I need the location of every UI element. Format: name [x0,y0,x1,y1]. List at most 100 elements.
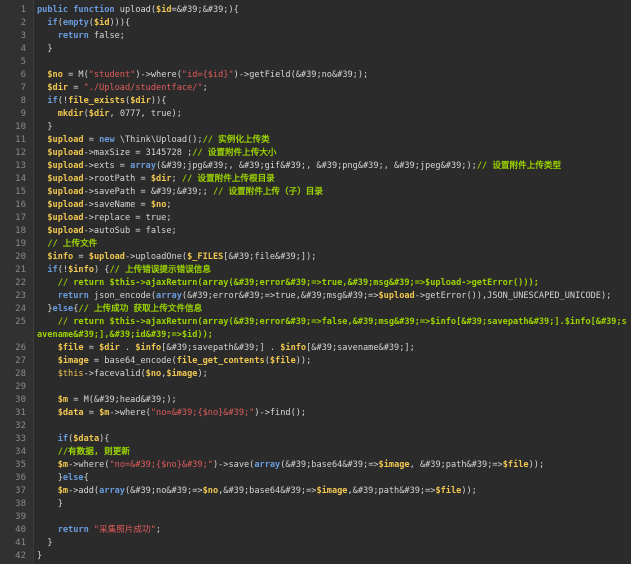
line-number: 24 [15,304,26,314]
code-token: } [37,499,63,509]
code-line[interactable]: 42} [0,550,631,563]
code-line[interactable]: 12 $upload->maxSize = 3145728 ;// 设置附件上传… [0,147,631,160]
line-number: 6 [20,70,26,80]
code-line[interactable]: 25 // return $this->ajaxReturn(array(&#3… [0,316,631,329]
line-number: 28 [15,369,26,379]
code-line[interactable]: 13 $upload->exts = array(&#39;jpg&#39;, … [0,160,631,173]
code-line[interactable]: 1 public function upload($id=&#39;&#39;){ [0,4,631,17]
code-token: = [83,135,100,145]
line-text: $upload->exts = array(&#39;jpg&#39;, &#3… [37,160,631,173]
variable-token: $dir [130,96,151,106]
variable-token: $image [378,460,410,470]
code-line[interactable]: 16 $upload->saveName = $no; [0,199,631,212]
code-line[interactable]: 9 mkdir($dir, 0777, true); [0,108,631,121]
code-token: (&#39;error&#39;=>true,&#39;msg&#39;=> [181,291,379,301]
code-token: [&#39;savepath&#39;] . [161,343,281,353]
line-text: if(!$info) {// 上传错误提示错误信息 [37,264,631,277]
line-text: } [37,43,631,56]
string-token: "./Upload/studentface/" [83,83,203,93]
line-text: $m = M(&#39;head&#39;); [37,394,631,407]
variable-token: $info [280,343,307,353]
line-number: 40 [15,525,26,535]
code-line[interactable]: 26 $file = $dir . $info[&#39;savepath&#3… [0,342,631,355]
code-line[interactable]: 32 [0,420,631,433]
code-line[interactable]: 8 if(!file_exists($dir)){ [0,95,631,108]
string-token: "student" [88,70,136,80]
line-number: 39 [15,512,26,522]
code-line[interactable]: avename&#39;],&#39;id&#39;=>$id)); [0,329,631,342]
code-line[interactable]: 11 $upload = new \Think\Upload();// 实例化上… [0,134,631,147]
code-line[interactable]: 19 // 上传文件 [0,238,631,251]
string-token: "no=&#39;{$no}&#39;" [109,460,213,470]
code-line[interactable]: 41 } [0,537,631,550]
code-line[interactable]: 33 if($data){ [0,433,631,446]
code-line[interactable]: 27 $image = base64_encode(file_get_conte… [0,355,631,368]
variable-token: $data [73,434,100,444]
line-text: if(!file_exists($dir)){ [37,95,631,108]
comment-token: // 设置附件上传大小 [192,148,277,158]
code-line[interactable]: 36 }else{ [0,472,631,485]
code-line[interactable]: 15 $upload->savePath = &#39;&#39;; // 设置… [0,186,631,199]
code-token: = [73,252,89,262]
builtin-token: $this [57,369,84,379]
code-token: )){ [150,96,167,106]
code-line[interactable]: 10 } [0,121,631,134]
code-line[interactable]: 14 $upload->rootPath = $dir; // 设置附件上传根目… [0,173,631,186]
code-line[interactable]: 37 $m->add(array(&#39;no&#39;=>$no,&#39;… [0,485,631,498]
code-token: )->where( [135,70,182,80]
code-line[interactable]: 23 return json_encode(array(&#39;error&#… [0,290,631,303]
code-editor[interactable]: 1 public function upload($id=&#39;&#39;){… [0,0,631,564]
code-token: ->replace = true; [83,213,172,223]
code-line[interactable]: 7 $dir = "./Upload/studentface/"; [0,82,631,95]
comment-token: // 实例化上传类 [202,135,270,145]
code-line[interactable]: 38 } [0,498,631,511]
code-line[interactable]: 40 return "采集照片成功"; [0,524,631,537]
function-token: file_exists [68,96,125,106]
code-token: ){ [99,434,110,444]
code-line[interactable]: 24 }else{// 上传成功 获取上传文件信息 [0,303,631,316]
code-line[interactable]: 29 [0,381,631,394]
line-number: 12 [15,148,26,158]
keyword-token: if [47,265,58,275]
line-number: 42 [15,551,26,561]
line-number: 30 [15,395,26,405]
code-line[interactable]: 31 $data = $m->where("no=&#39;{$no}&#39;… [0,407,631,420]
code-line[interactable]: 30 $m = M(&#39;head&#39;); [0,394,631,407]
variable-token: $file [502,460,529,470]
line-text: $image = base64_encode(file_get_contents… [37,355,631,368]
code-token: ->maxSize = 3145728 ; [83,148,193,158]
line-text: $no = M("student")->where("id={$id}")->g… [37,69,631,82]
variable-token: $no [202,486,219,496]
code-token: . [119,343,136,353]
code-line[interactable]: 21 if(!$info) {// 上传错误提示错误信息 [0,264,631,277]
code-token: ->uploadOne( [124,252,188,262]
line-text: if($data){ [37,433,631,446]
code-line[interactable]: 20 $info = $upload->uploadOne($_FILES[&#… [0,251,631,264]
code-line[interactable]: 39 [0,511,631,524]
code-line[interactable]: 3 return false; [0,30,631,43]
line-number: 2 [20,18,26,28]
code-line[interactable]: 18 $upload->autoSub = false; [0,225,631,238]
variable-token: $upload [47,187,84,197]
code-line[interactable]: 35 $m->where("no=&#39;{$no}&#39;")->save… [0,459,631,472]
code-area[interactable]: 1 public function upload($id=&#39;&#39;){… [0,4,631,563]
code-token: = [68,83,84,93]
code-line[interactable]: 34 //有数据, 则更新 [0,446,631,459]
variable-token: $upload [47,200,84,210]
code-line[interactable]: 5 [0,56,631,69]
code-line[interactable]: 17 $upload->replace = true; [0,212,631,225]
code-token: ) { [93,265,110,275]
code-line[interactable]: 6 $no = M("student")->where("id={$id}")-… [0,69,631,82]
code-line[interactable]: 28 $this->facevalid($no,$image); [0,368,631,381]
line-text: $upload = new \Think\Upload();// 实例化上传类 [37,134,631,147]
code-line[interactable]: 4 } [0,43,631,56]
line-number: 13 [15,161,26,171]
line-text: mkdir($dir, 0777, true); [37,108,631,121]
code-line[interactable]: 22 // return $this->ajaxReturn(array(&#3… [0,277,631,290]
code-line[interactable]: 2 if(empty($id))){ [0,17,631,30]
